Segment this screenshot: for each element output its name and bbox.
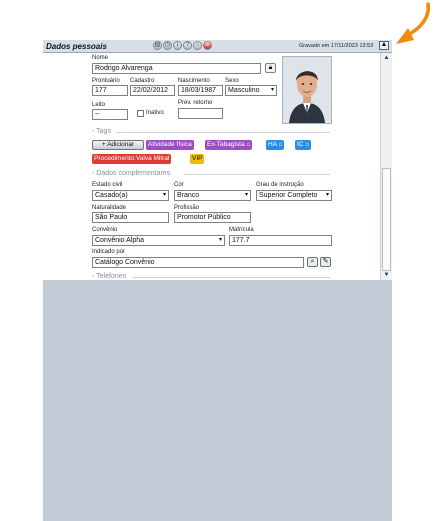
grau-instrucao-select[interactable]: Superior Completo ▾ (256, 190, 332, 201)
search-button[interactable]: ⌕ (307, 257, 318, 267)
cadastro-input[interactable]: 22/02/2012 (130, 85, 175, 96)
chevron-down-icon: ▾ (162, 192, 166, 198)
grau-instrucao-value: Superior Completo (259, 192, 318, 199)
telefones-divider (133, 277, 330, 278)
clear-button[interactable]: ✎ (320, 257, 331, 267)
lock-button[interactable]: 🔒︎ (265, 63, 276, 73)
estado-civil-label: Estado civil (92, 182, 123, 188)
cor-value: Branco (177, 192, 200, 199)
telefones-section-label: Telefones (96, 273, 127, 280)
avatar (283, 57, 331, 123)
leito-input[interactable]: -- (92, 109, 128, 120)
nascimento-input[interactable]: 18/03/1987 (178, 85, 223, 96)
chevron-down-icon: ▾ (270, 87, 274, 93)
inativo-checkbox[interactable] (137, 110, 144, 117)
prev-retorno-input[interactable] (178, 108, 223, 119)
tag-procedimento-valva-mitral[interactable]: Procedimento:Valva Mitral (92, 154, 172, 164)
form-panel: Nome Rodrigo Alvarenga 🔒︎ Prontuário Cad… (43, 53, 380, 280)
tags-section-label: Tags (96, 128, 111, 135)
tag-vip[interactable]: VIP (190, 154, 205, 164)
tags-divider (115, 132, 330, 133)
estado-civil-value: Casado(a) (95, 192, 128, 199)
matricula-input[interactable]: 177.7 (229, 235, 332, 246)
complementares-section-title: - Dados complementares (92, 170, 171, 177)
tag-ic[interactable]: IC ⌂ (295, 140, 312, 150)
convenio-select[interactable]: Convênio Alpha ▾ (92, 235, 225, 246)
print-icon[interactable]: ▤ (153, 41, 162, 50)
lock-icon: ⌂ (278, 141, 283, 148)
toolbar-icons: ▤ ◷ i ? ○ ⊘ (153, 41, 212, 51)
sexo-select[interactable]: Masculino ▾ (225, 85, 277, 96)
chevron-down-icon: ▾ (218, 237, 222, 243)
magnifier-icon: ⌕ (310, 258, 315, 265)
cor-select[interactable]: Branco ▾ (174, 190, 251, 201)
info-icon[interactable]: i (173, 41, 182, 50)
indicado-por-label: Indicado por (92, 249, 126, 255)
sexo-label: Sexo (225, 78, 239, 84)
tag-ha[interactable]: HA ⌂ (266, 140, 285, 150)
nome-label: Nome (92, 55, 109, 61)
orange-arrow-annotation (396, 2, 431, 44)
naturalidade-input[interactable]: São Paulo (92, 212, 169, 223)
profissao-label: Profissão (174, 205, 200, 211)
scrollbar-thumb[interactable] (382, 168, 391, 271)
help-icon[interactable]: ? (183, 41, 192, 50)
prev-retorno-label: Prev. retorno (178, 100, 213, 106)
patient-photo[interactable] (282, 56, 332, 124)
tag-label: IC (297, 141, 304, 148)
matricula-label: Matrícula (229, 227, 254, 233)
tag-label: Ex-Tabagista (207, 141, 245, 148)
delete-icon[interactable]: ⊘ (203, 41, 212, 50)
grau-instrucao-label: Grau de instrução (256, 182, 304, 188)
sexo-select-value: Masculino (228, 87, 260, 94)
chevron-down-icon: ▾ (244, 192, 248, 198)
scroll-up-icon[interactable]: ▲ (382, 54, 391, 62)
window-title: Dados pessoais (46, 42, 107, 51)
eraser-icon: ✎ (322, 258, 329, 265)
nascimento-label: Nascimento (178, 78, 210, 84)
lock-icon: ⌂ (246, 141, 251, 148)
tag-label: Procedimento:Valva Mitral (94, 155, 170, 162)
cor-label: Cor (174, 182, 184, 188)
tag-ex-tabagista[interactable]: Ex-Tabagista ⌂ (205, 140, 253, 150)
tags-section-title: - Tags (92, 128, 111, 135)
prontuario-input[interactable]: 177 (92, 85, 128, 96)
tag-atividade-fisica[interactable]: Atividade física (146, 140, 194, 150)
collapse-button[interactable]: ▲ (379, 41, 389, 50)
cadastro-label: Cadastro (130, 78, 155, 84)
telefones-section-title: - Telefones (92, 273, 127, 280)
history-icon[interactable]: ◷ (163, 41, 172, 50)
complementares-divider (184, 174, 330, 175)
tag-label: VIP (192, 155, 203, 162)
prontuario-label: Prontuário (92, 78, 120, 84)
scroll-down-icon[interactable]: ▼ (382, 271, 391, 279)
estado-civil-select[interactable]: Casado(a) ▾ (92, 190, 169, 201)
chevron-down-icon: ▾ (325, 192, 329, 198)
window-titlebar: Dados pessoais ▤ ◷ i ? ○ ⊘ Gravado em 17… (43, 40, 392, 53)
lock-icon: ⌂ (305, 141, 310, 148)
add-tag-button[interactable]: + Adicionar (92, 140, 144, 150)
naturalidade-label: Naturalidade (92, 205, 127, 211)
nome-input[interactable]: Rodrigo Alvarenga (92, 63, 261, 74)
tag-label: Atividade física (148, 141, 192, 148)
indicado-por-input[interactable]: Catálogo Convênio (92, 257, 304, 268)
complementares-section-label: Dados complementares (96, 170, 171, 177)
profissao-input[interactable]: Promotor Público (174, 212, 251, 223)
convenio-label: Convênio (92, 227, 118, 233)
inativo-label: Inativo (146, 110, 164, 116)
vertical-scrollbar[interactable]: ▲ ▼ (380, 53, 392, 280)
search-icon[interactable]: ○ (193, 41, 202, 50)
leito-label: Leito (92, 102, 106, 108)
personal-data-window: Dados pessoais ▤ ◷ i ? ○ ⊘ Gravado em 17… (43, 40, 392, 521)
tag-label: HA (268, 141, 277, 148)
convenio-value: Convênio Alpha (95, 237, 145, 244)
saved-status: Gravado em 17/11/2023 13:53 (299, 43, 374, 49)
